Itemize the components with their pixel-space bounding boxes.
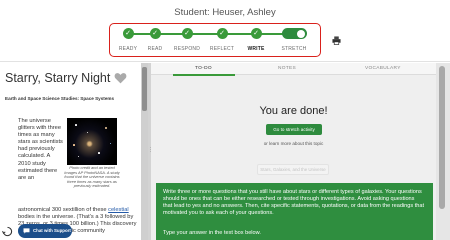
progress-stepper: ✓ READY ✓ READ ✓ RESPOND ✓ REFLECT ✓ WRI…: [109, 23, 321, 57]
image-caption: Photo credit and an tested Images AP Pho…: [64, 165, 120, 189]
writing-prompt: Write three or more questions that you s…: [156, 183, 433, 240]
done-heading: You are done!: [259, 105, 328, 117]
article-title: Starry, Starry Night: [5, 71, 111, 85]
star-dot: [73, 144, 75, 146]
stretch-activity-button[interactable]: Go to stretch activity: [266, 124, 322, 135]
scrollbar-thumb[interactable]: [142, 67, 147, 111]
check-icon: ✓: [181, 28, 193, 39]
step-label: RESPOND: [173, 46, 201, 52]
toggle-knob: [297, 29, 305, 38]
tab-vocabulary[interactable]: VOCABULARY: [365, 66, 401, 71]
student-name: Student: Heuser, Ashley: [174, 7, 276, 18]
chat-support-button[interactable]: Chat with Support: [18, 224, 72, 238]
star-dot: [105, 127, 107, 129]
check-icon: ✓: [216, 28, 228, 39]
article-scrollbar[interactable]: [141, 63, 148, 240]
topic-button[interactable]: Stars, Galaxies, and the Universe: [257, 164, 329, 175]
step-respond[interactable]: ✓ RESPOND: [167, 28, 207, 52]
learn-more-text: or learn more about this topic: [263, 141, 324, 146]
galaxy-image: [67, 118, 117, 165]
star-dot: [110, 143, 111, 144]
step-write[interactable]: ✓ WRITE: [236, 28, 276, 52]
step-stretch[interactable]: STRETCH: [274, 28, 314, 52]
check-icon: ✓: [149, 28, 161, 39]
step-label: STRETCH: [281, 46, 307, 52]
body-text: astronomical 300 sextillion of these: [18, 207, 109, 213]
article-body: The universe glitters with three times a…: [18, 118, 63, 181]
activity-panel: TO-DO NOTES VOCABULARY You are done! Go …: [151, 63, 450, 240]
star-dot: [98, 152, 100, 154]
active-tab-indicator: [173, 74, 235, 76]
chat-label: Chat with Support: [33, 228, 71, 233]
scrollbar-thumb[interactable]: [439, 66, 445, 209]
star-dot: [75, 124, 77, 126]
chat-bubble-icon: [23, 228, 30, 234]
answer-hint: Type your answer in the text box below.: [163, 230, 261, 236]
article-panel: Starry, Starry Night Earth and Space Sci…: [0, 63, 141, 240]
step-label: WRITE: [247, 46, 265, 52]
prompt-text: Write three or more questions that you s…: [163, 189, 425, 217]
refresh-icon[interactable]: [2, 226, 13, 237]
printer-icon[interactable]: [332, 36, 341, 45]
check-icon: ✓: [250, 28, 262, 39]
header: Student: Heuser, Ashley ✓ READY ✓ READ ✓…: [0, 0, 450, 62]
star-dot: [78, 156, 79, 157]
vocab-link[interactable]: celestial: [108, 207, 129, 213]
stretch-toggle[interactable]: [281, 28, 307, 39]
tab-bar: TO-DO NOTES VOCABULARY: [151, 63, 436, 76]
heart-icon[interactable]: [114, 72, 127, 84]
tab-todo[interactable]: TO-DO: [195, 66, 212, 71]
article-subject: Earth and Space Science Studies: Space S…: [5, 96, 115, 101]
star-dot: [87, 132, 88, 133]
activity-scrollbar[interactable]: [436, 63, 450, 240]
tab-notes[interactable]: NOTES: [278, 66, 296, 71]
check-icon: ✓: [122, 28, 134, 39]
